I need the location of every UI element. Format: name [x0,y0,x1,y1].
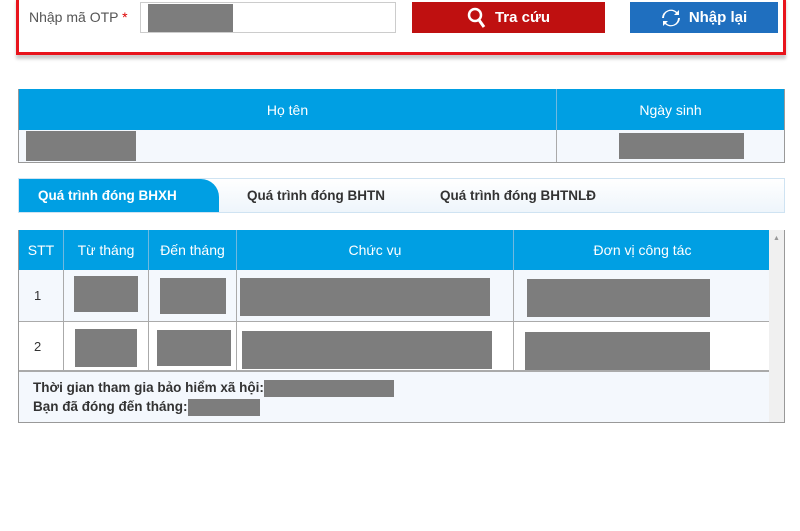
required-mark: * [122,9,128,25]
otp-label-text: Nhập mã OTP [29,9,119,25]
tab-bhxh[interactable]: Quá trình đóng BHXH [19,179,219,212]
search-icon [467,7,486,28]
col-workplace: Đơn vị công tác [593,242,692,258]
col-position: Chức vụ [237,230,514,270]
tab-bhtnld[interactable]: Quá trình đóng BHTNLĐ [404,179,615,212]
otp-input[interactable] [140,2,396,33]
summary-footer: Thời gian tham gia bảo hiểm xã hội: Bạn … [19,370,771,422]
table-scrollbar[interactable]: ▲ [769,230,784,422]
reset-button[interactable]: Nhập lại [630,2,778,33]
participation-label: Thời gian tham gia bảo hiểm xã hội: [33,380,264,395]
tab-bhtn[interactable]: Quá trình đóng BHTN [219,179,404,212]
stt-cell: 2 [19,322,64,370]
stt-cell: 1 [19,270,64,321]
refresh-icon [661,9,680,26]
otp-label: Nhập mã OTP * [29,9,128,25]
table-row: 2 [19,322,771,370]
paid-until-label: Bạn đã đóng đến tháng: [33,399,188,414]
header-full-name: Họ tên [19,89,557,130]
redacted-value [148,4,233,32]
header-birth-date: Ngày sinh [639,101,702,118]
col-to-month: Đến tháng [149,230,237,270]
col-stt: STT [19,230,64,270]
table-row: 1 [19,270,771,322]
search-label: Tra cứu [494,9,551,26]
contribution-table: STT Từ tháng Đến tháng Chức vụ Đơn vị cô… [18,230,785,423]
search-button[interactable]: Tra cứu [412,2,605,33]
birth-date-cell [557,130,784,162]
personal-info-table: Họ tên Ngày sinh [18,89,785,163]
full-name-cell [19,130,557,162]
col-from-month: Từ tháng [64,230,149,270]
tab-bar: Quá trình đóng BHXH Quá trình đóng BHTN … [18,178,785,213]
reset-label: Nhập lại [688,9,748,26]
scroll-up-arrow-icon[interactable]: ▲ [769,235,784,242]
